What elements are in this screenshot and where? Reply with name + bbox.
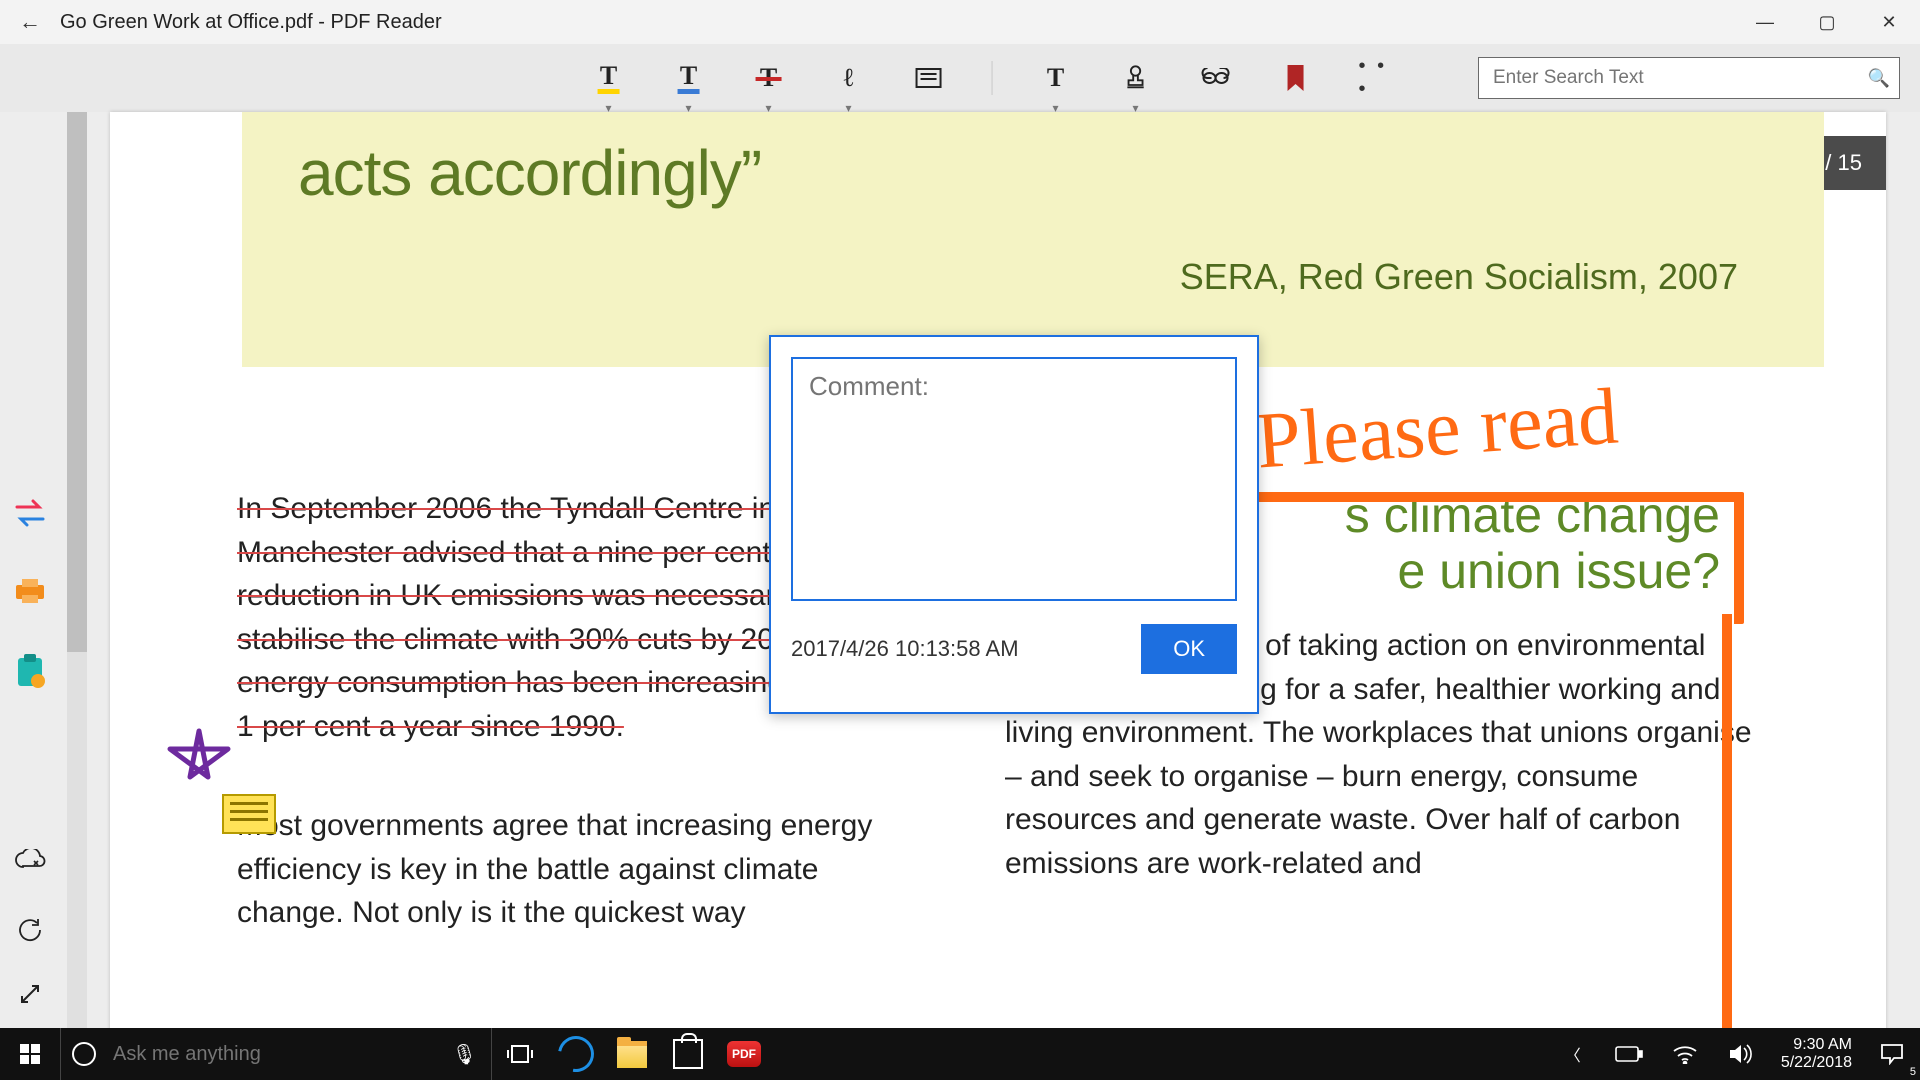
mic-icon[interactable]: 🎙: [452, 1042, 491, 1067]
ink-tool[interactable]: ℓ: [832, 61, 866, 95]
quote-text: acts accordingly”: [298, 136, 1768, 210]
edge-taskbar-icon[interactable]: [548, 1028, 604, 1080]
tray-expand-icon[interactable]: 〈: [1545, 1028, 1601, 1080]
annotation-toolbar: T T T ℓ T • • • 🔍: [0, 44, 1920, 113]
stamp-tool[interactable]: [1119, 61, 1153, 95]
body-paragraph: Most governments agree that increasing e…: [237, 804, 927, 935]
minimize-button[interactable]: —: [1734, 0, 1796, 44]
battery-icon[interactable]: [1601, 1028, 1657, 1080]
task-view-button[interactable]: [492, 1028, 548, 1080]
wifi-icon[interactable]: [1657, 1028, 1713, 1080]
clock-time: 9:30 AM: [1781, 1036, 1852, 1054]
bookmark-icon: [1286, 65, 1306, 91]
comment-textarea[interactable]: [791, 357, 1237, 601]
title-bar: ← Go Green Work at Office.pdf - PDF Read…: [0, 0, 1920, 45]
underline-tool[interactable]: T: [672, 61, 706, 95]
cortana-search[interactable]: 🎙: [61, 1028, 491, 1080]
clock-date: 5/22/2018: [1781, 1054, 1852, 1072]
rotate-icon[interactable]: [16, 916, 44, 949]
print-icon[interactable]: [14, 577, 46, 610]
highlight-tool[interactable]: T: [592, 61, 626, 95]
expand-icon[interactable]: [18, 982, 42, 1011]
link-icon: [1201, 68, 1231, 88]
action-center-icon[interactable]: 5: [1864, 1028, 1920, 1080]
more-tools-button[interactable]: • • •: [1359, 61, 1393, 95]
maximize-button[interactable]: ▢: [1796, 0, 1858, 44]
cortana-input[interactable]: [111, 1042, 438, 1067]
cloud-icon[interactable]: [14, 849, 46, 876]
swap-icon[interactable]: [13, 499, 47, 532]
hyperlink-tool[interactable]: [1199, 61, 1233, 95]
stamp-icon: [1122, 64, 1150, 92]
quick-action-strip: [0, 224, 60, 1004]
ok-button[interactable]: OK: [1141, 624, 1237, 674]
search-input[interactable]: [1479, 67, 1859, 89]
vertical-scrollbar[interactable]: [67, 112, 87, 1042]
bookmark-tool[interactable]: [1279, 61, 1313, 95]
comment-timestamp: 2017/4/26 10:13:58 AM: [791, 636, 1019, 662]
strikeout-tool[interactable]: T: [752, 61, 786, 95]
start-button[interactable]: [0, 1044, 60, 1064]
notification-count: 5: [1910, 1066, 1916, 1078]
handwritten-note: Please read: [1253, 371, 1620, 487]
search-box[interactable]: 🔍: [1478, 57, 1900, 99]
windows-taskbar: 🎙 PDF 〈 9:30 AM 5/22/2018 5: [0, 1028, 1920, 1080]
clipboard-icon[interactable]: [15, 654, 45, 693]
scrollbar-thumb[interactable]: [67, 112, 87, 652]
volume-icon[interactable]: [1713, 1028, 1769, 1080]
system-clock[interactable]: 9:30 AM 5/22/2018: [1769, 1036, 1864, 1073]
back-button[interactable]: ←: [0, 0, 60, 44]
ink-line[interactable]: [1722, 614, 1732, 1044]
typewriter-tool[interactable]: T: [1039, 61, 1073, 95]
window-title: Go Green Work at Office.pdf - PDF Reader: [60, 11, 442, 34]
cortana-icon: [71, 1041, 97, 1067]
comment-dialog: 2017/4/26 10:13:58 AM OK: [769, 335, 1259, 714]
pdf-reader-taskbar-icon[interactable]: PDF: [716, 1028, 772, 1080]
star-ink-annotation[interactable]: [162, 727, 236, 801]
store-taskbar-icon[interactable]: [660, 1028, 716, 1080]
search-icon[interactable]: 🔍: [1859, 68, 1899, 89]
sticky-note-annotation[interactable]: [222, 794, 276, 834]
quote-attribution: SERA, Red Green Socialism, 2007: [298, 256, 1768, 298]
toolbar-separator: [992, 61, 993, 95]
file-explorer-taskbar-icon[interactable]: [604, 1028, 660, 1080]
note-form-tool[interactable]: [912, 61, 946, 95]
close-button[interactable]: ✕: [1858, 0, 1920, 44]
